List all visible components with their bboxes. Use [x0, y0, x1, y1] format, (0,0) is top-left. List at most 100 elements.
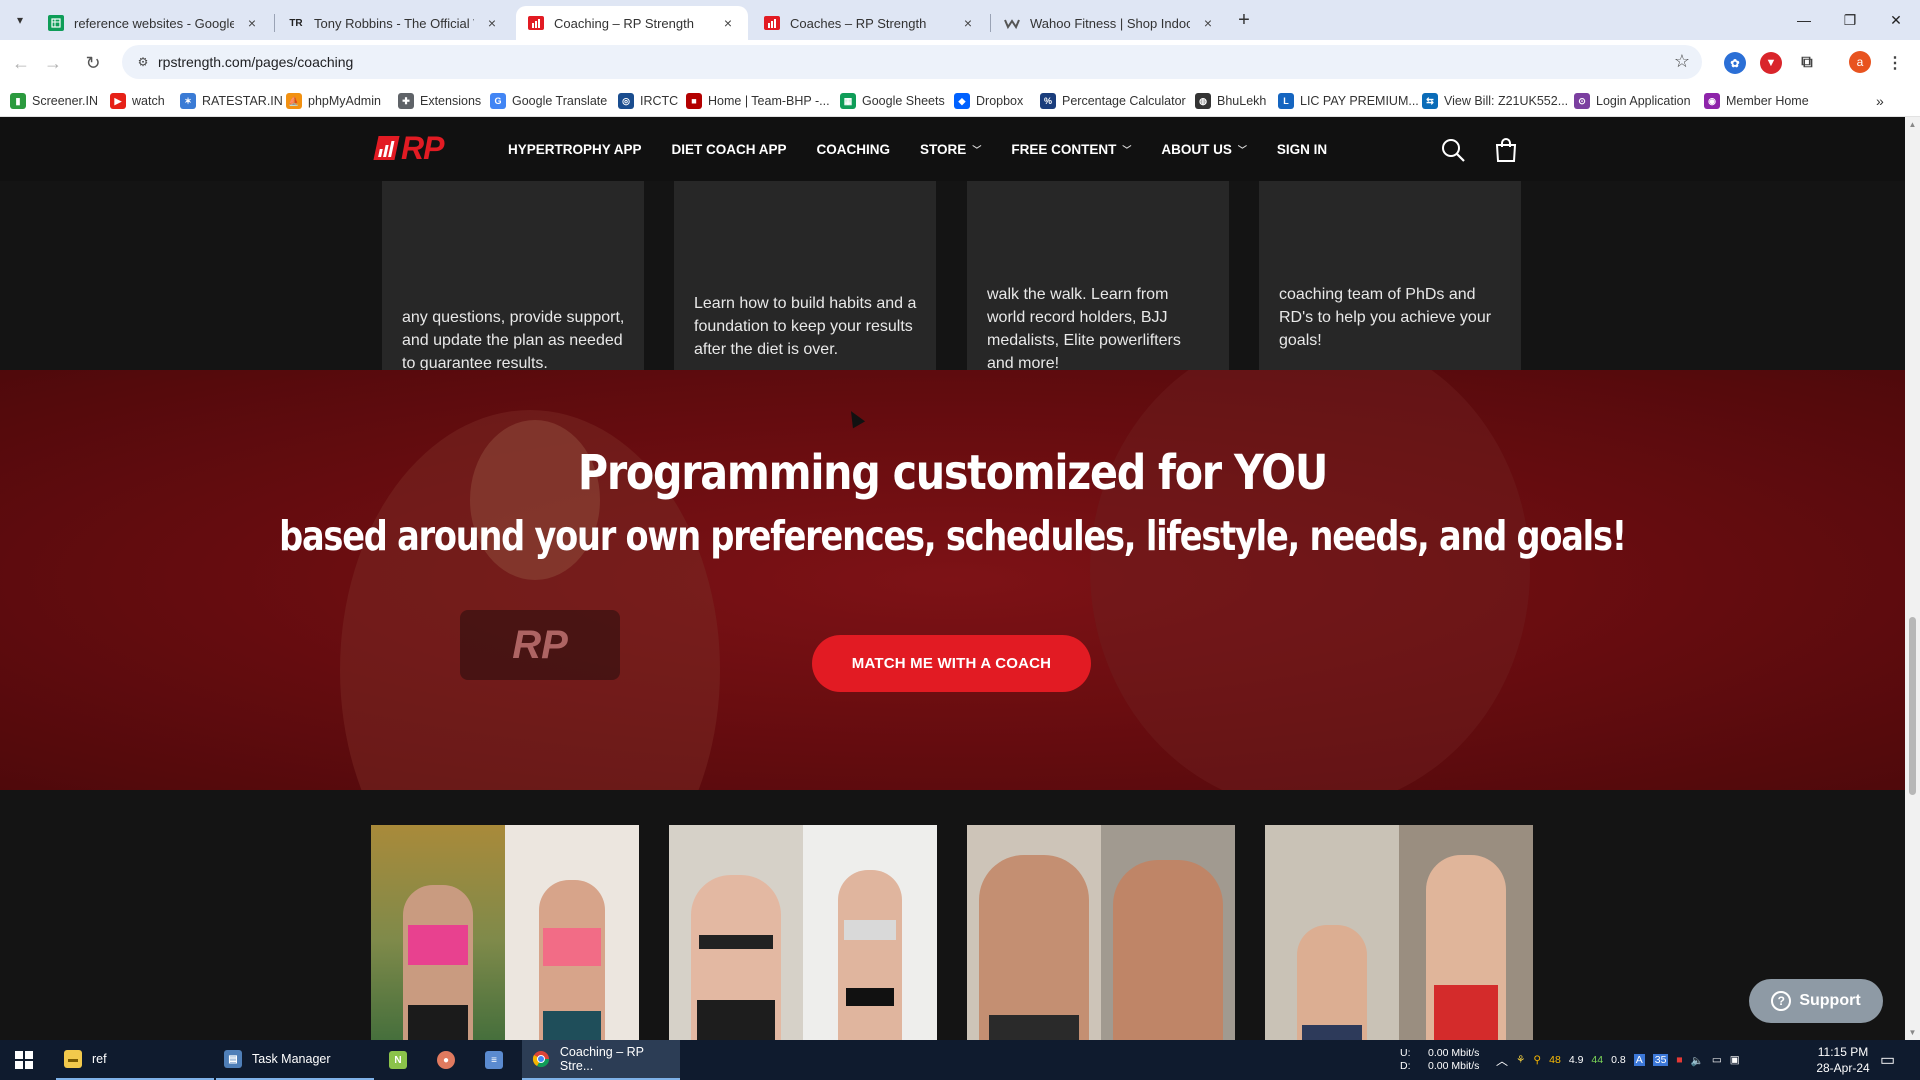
extension-shield-icon[interactable]: ▼: [1760, 52, 1782, 74]
keyboard-icon[interactable]: A: [1633, 1054, 1645, 1066]
forward-button[interactable]: →: [38, 48, 68, 78]
bookmark-dropbox[interactable]: ◆ Dropbox: [954, 91, 1023, 111]
close-icon[interactable]: ×: [960, 15, 976, 31]
battery-icon[interactable]: ▭: [1712, 1054, 1722, 1066]
address-bar[interactable]: ⚙ rpstrength.com/pages/coaching ☆: [122, 45, 1702, 79]
page-scrollbar[interactable]: ▲ ▼: [1905, 117, 1920, 1040]
bookmark-bhulekh[interactable]: ◍ BhuLekh: [1195, 91, 1266, 111]
bookmark-screener[interactable]: ▮ Screener.IN: [10, 91, 98, 111]
rp-logo[interactable]: RP: [373, 132, 444, 164]
bookmarks-overflow-icon[interactable]: »: [1876, 91, 1884, 111]
taskbar-item-notepad-plus[interactable]: N: [378, 1040, 418, 1080]
bookmark-lic-pay[interactable]: L LIC PAY PREMIUM...: [1278, 91, 1419, 111]
close-icon[interactable]: ×: [484, 15, 500, 31]
taskbar-item-task-manager[interactable]: ▤ Task Manager: [216, 1040, 374, 1080]
show-hidden-icons[interactable]: ︿: [1496, 1040, 1508, 1080]
clock[interactable]: 11:15 PM 28-Apr-24: [1808, 1044, 1878, 1076]
match-me-with-a-coach-button[interactable]: MATCH ME WITH A COACH: [812, 635, 1091, 692]
before-photo: [1265, 825, 1399, 1040]
url-text[interactable]: rpstrength.com/pages/coaching: [158, 54, 353, 70]
transformation-photo[interactable]: [967, 825, 1235, 1040]
transformation-photo[interactable]: [669, 825, 937, 1040]
menu-dots-icon[interactable]: ⋮: [1884, 52, 1906, 74]
search-tray-icon[interactable]: ⚲: [1533, 1054, 1541, 1066]
nav-diet-coach-app[interactable]: DIET COACH APP: [672, 142, 787, 157]
bookmark-label: BhuLekh: [1217, 94, 1267, 108]
tab-tony-robbins[interactable]: TR Tony Robbins - The Official Wel ×: [276, 6, 512, 40]
nav-hypertrophy-app[interactable]: HYPERTROPHY APP: [508, 142, 642, 157]
close-icon[interactable]: ×: [720, 15, 736, 31]
cart-icon[interactable]: [1493, 137, 1519, 163]
browser-toolbar: ← → ↻ ⚙ rpstrength.com/pages/coaching ☆ …: [0, 40, 1920, 85]
new-tab-button[interactable]: +: [1232, 8, 1256, 32]
tab-coaches-rp-strength[interactable]: Coaches – RP Strength ×: [752, 6, 988, 40]
close-icon[interactable]: ×: [244, 15, 260, 31]
notification-icon[interactable]: ▭: [1880, 1040, 1895, 1080]
bill-icon: ⇆: [1422, 93, 1438, 109]
bookmark-member-home[interactable]: ◉ Member Home: [1704, 91, 1809, 111]
bookmark-view-bill[interactable]: ⇆ View Bill: Z21UK552...: [1422, 91, 1568, 111]
tab-search-button[interactable]: ▾: [8, 8, 32, 32]
scroll-thumb[interactable]: [1909, 617, 1916, 795]
start-button[interactable]: [0, 1040, 48, 1080]
back-button[interactable]: ←: [6, 48, 36, 78]
bookmark-watch[interactable]: ▶ watch: [110, 91, 165, 111]
taskbar-item-document[interactable]: ≡: [474, 1040, 514, 1080]
nav-sign-in[interactable]: SIGN IN: [1277, 142, 1327, 157]
tab-wahoo-fitness[interactable]: Wahoo Fitness | Shop Indoor Bi ×: [992, 6, 1228, 40]
nav-free-content[interactable]: FREE CONTENT ﹀: [1011, 142, 1131, 157]
network-icon[interactable]: ▣: [1730, 1054, 1740, 1066]
bookmark-team-bhp[interactable]: ■ Home | Team-BHP -...: [686, 91, 830, 111]
bookmark-star-icon[interactable]: ☆: [1674, 51, 1690, 72]
search-icon[interactable]: [1440, 137, 1466, 163]
nav-store[interactable]: STORE ﹀: [920, 142, 981, 157]
extension-icon[interactable]: ✿: [1724, 52, 1746, 74]
tray-badge[interactable]: 35: [1652, 1054, 1669, 1066]
site-info-icon[interactable]: ⚙: [134, 53, 152, 71]
results-gallery: [0, 790, 1905, 1040]
tab-coaching-rp-strength[interactable]: Coaching – RP Strength ×: [516, 6, 748, 40]
taskbar-item-ref[interactable]: ▬ ref: [56, 1040, 214, 1080]
close-icon[interactable]: ×: [1200, 15, 1216, 31]
tab-reference-websites[interactable]: reference websites - Google Sh ×: [36, 6, 272, 40]
feature-card-text: coaching team of PhDs and RD's to help y…: [1279, 286, 1492, 349]
bookmark-login-application[interactable]: ⊙ Login Application: [1574, 91, 1691, 111]
bookmark-extensions[interactable]: ✚ Extensions: [398, 91, 481, 111]
main-nav: HYPERTROPHY APP DIET COACH APP COACHING …: [508, 117, 1357, 181]
hero-banner: RP Programming customized for YOU based …: [0, 370, 1905, 790]
hero-subtitle: based around your own preferences, sched…: [279, 512, 1627, 560]
login-icon: ⊙: [1574, 93, 1590, 109]
sprout-icon[interactable]: ⚘: [1516, 1054, 1525, 1066]
nav-about-us[interactable]: ABOUT US ﹀: [1161, 142, 1247, 157]
site-header: RP HYPERTROPHY APP DIET COACH APP COACHI…: [0, 117, 1905, 181]
profile-avatar[interactable]: a: [1849, 51, 1871, 73]
black-shorts: [846, 988, 894, 1006]
globe-icon: ◍: [1195, 93, 1211, 109]
bookmark-ratestar[interactable]: ✶ RATESTAR.IN: [180, 91, 283, 111]
nav-coaching[interactable]: COACHING: [817, 142, 891, 157]
reload-button[interactable]: ↻: [78, 48, 108, 78]
extensions-puzzle-icon[interactable]: ⧉: [1796, 52, 1818, 74]
transformation-photo[interactable]: [371, 825, 639, 1040]
rp-icon: [528, 15, 544, 31]
taskbar-item-app[interactable]: ●: [426, 1040, 466, 1080]
bookmark-google-sheets[interactable]: ▦ Google Sheets: [840, 91, 945, 111]
minimize-button[interactable]: —: [1781, 0, 1827, 40]
hero-background-figure: [1090, 370, 1530, 790]
bookmark-phpmyadmin[interactable]: ⛵ phpMyAdmin: [286, 91, 381, 111]
bookmark-label: Login Application: [1596, 94, 1691, 108]
support-button[interactable]: ? Support: [1749, 979, 1883, 1023]
transformation-photo[interactable]: [1265, 825, 1533, 1040]
antivirus-icon[interactable]: ■: [1676, 1054, 1682, 1066]
volume-icon[interactable]: 🔈: [1691, 1054, 1704, 1067]
scroll-up-icon[interactable]: ▲: [1908, 120, 1917, 129]
bookmark-google-translate[interactable]: G Google Translate: [490, 91, 607, 111]
close-window-button[interactable]: ✕: [1873, 0, 1919, 40]
taskbar-item-chrome[interactable]: Coaching – RP Stre...: [522, 1040, 680, 1080]
bookmark-percentage-calculator[interactable]: % Percentage Calculator: [1040, 91, 1186, 111]
bookmark-irctc[interactable]: ◎ IRCTC: [618, 91, 678, 111]
bookmark-label: watch: [132, 94, 165, 108]
scroll-down-icon[interactable]: ▼: [1908, 1028, 1917, 1037]
person-figure: [403, 885, 473, 1040]
restore-button[interactable]: ❐: [1827, 0, 1873, 40]
